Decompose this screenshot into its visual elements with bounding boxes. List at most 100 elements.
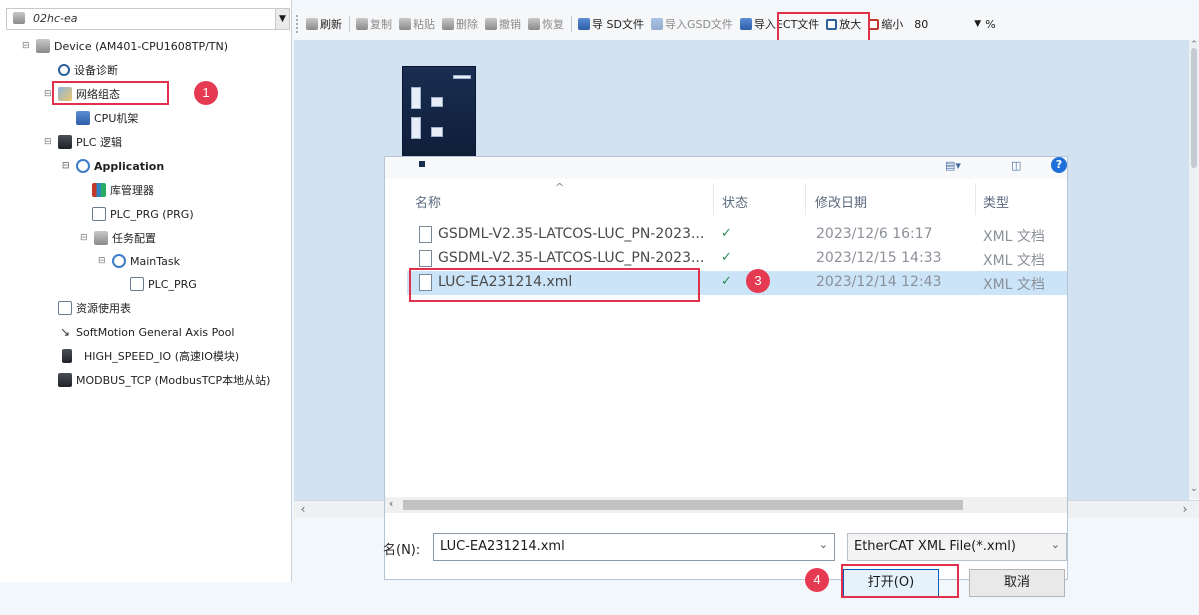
column-divider[interactable] [713,183,714,215]
library-books-icon [92,183,106,197]
program-call-icon [130,277,144,291]
zoom-out-button[interactable]: 缩小 [868,16,903,32]
tree-label: 设备诊断 [74,64,118,77]
view-options-icon[interactable]: ▤▾ [945,159,961,172]
zoom-level-input[interactable]: 80 [914,18,974,31]
collapse-icon[interactable]: ⊟ [44,137,54,147]
import-gsd-file-button[interactable]: 导 SD文件 [578,16,644,32]
tree-item-diagnostics[interactable]: 设备诊断 [58,60,118,80]
toolbar: 刷新 复制 粘贴 删除 撤销 恢复 导 SD文件 导入GSD文件 导入ECT文件… [296,10,1189,38]
collapse-icon[interactable]: ⊟ [62,161,72,171]
axis-arrow-icon: ↘ [59,325,71,339]
zoom-out-label: 缩小 [881,18,904,31]
tree-label: Device (AM401-CPU1608TP/TN) [54,39,229,53]
scroll-right-icon[interactable]: › [1178,502,1192,516]
project-selector[interactable]: 02hc-ea ▼ [6,8,290,30]
tree-label: Application [94,159,165,173]
preview-pane-icon[interactable]: ◫ [1011,159,1021,172]
tree-item-task-config[interactable]: ⊟ 任务配置 [80,228,156,248]
filename-input[interactable]: LUC-EA231214.xml ⌄ [433,533,835,561]
paste-icon [399,18,411,30]
program-document-icon [92,207,106,221]
cpu-device-image[interactable] [402,66,476,158]
tree-label: 库管理器 [110,184,154,197]
tree-label: PLC_PRG [148,277,197,291]
toolbar-grip[interactable] [296,15,300,33]
step-badge-4: 4 [805,568,829,592]
tree-item-plc-logic[interactable]: ⊟ PLC 逻辑 [44,132,122,152]
chevron-down-icon[interactable]: ⌄ [819,538,828,551]
import-gsd-label: 导入GSD文件 [664,18,733,31]
tree-item-high-speed-io[interactable]: HIGH_SPEED_IO (高速IO模块) [62,346,239,366]
file-list-horizontal-scrollbar[interactable]: ‹ [385,497,1067,513]
file-row[interactable]: GSDML-V2.35-LATCOS-LUC_PN-2023... ✓ 2023… [407,223,1067,247]
tree-item-softmotion-pool[interactable]: ↘ SoftMotion General Axis Pool [58,322,234,342]
collapse-icon[interactable]: ⊟ [98,256,108,266]
collapse-icon[interactable]: ⊟ [80,233,90,243]
step-badge-3: 3 [746,269,770,293]
zoom-dropdown-icon[interactable]: ▼ [974,19,981,29]
sort-ascending-icon: ^ [555,181,565,194]
undo-icon [485,18,497,30]
chevron-down-icon[interactable]: ▼ [275,9,289,29]
redo-label: 恢复 [542,18,564,31]
tree-label: MODBUS_TCP (ModbusTCP本地从站) [76,374,271,387]
scroll-down-icon[interactable]: ⌄ [1189,484,1199,494]
table-icon [58,301,72,315]
scroll-left-icon[interactable]: ‹ [296,502,310,516]
filetype-select[interactable]: EtherCAT XML File(*.xml) ⌄ [847,533,1067,561]
zoom-unit: % [985,17,996,31]
tree-label: PLC_PRG (PRG) [110,207,194,221]
column-divider[interactable] [805,183,806,215]
file-type: XML 文档 [983,277,1045,293]
refresh-button[interactable]: 刷新 [306,16,342,32]
tree-label: HIGH_SPEED_IO (高速IO模块) [84,350,240,363]
file-type: XML 文档 [983,229,1045,245]
synced-check-icon: ✓ [721,226,732,241]
tree-item-device[interactable]: ⊟ Device (AM401-CPU1608TP/TN) [22,36,228,56]
import-gsd-button[interactable]: 导入GSD文件 [650,16,733,32]
tree-item-main-task[interactable]: ⊟ MainTask [98,251,180,271]
undo-label: 撤销 [499,18,521,31]
column-status[interactable]: 状态 [722,192,748,211]
tree-item-application[interactable]: ⊟ Application [62,156,164,176]
toolbar-separator [571,16,572,32]
task-config-icon [94,231,108,245]
dialog-view-toolbar: ▤▾ ◫ ? [385,157,1067,179]
annotation-box-open-button [841,564,959,598]
scroll-left-icon[interactable]: ‹ [389,497,393,510]
paste-label: 粘贴 [413,18,435,31]
chevron-down-icon[interactable]: ⌄ [1051,538,1060,551]
undo-button[interactable]: 撤销 [485,16,521,32]
cancel-button[interactable]: 取消 [969,569,1065,597]
column-modified[interactable]: 修改日期 [815,192,867,211]
column-name[interactable]: 名称 [415,192,441,211]
modbus-device-icon [58,373,72,387]
paste-button[interactable]: 粘贴 [399,16,435,32]
scrollbar-thumb[interactable] [1191,48,1197,168]
tree-item-resource-usage[interactable]: 资源使用表 [58,298,131,318]
filetype-value: EtherCAT XML File(*.xml) [854,539,1016,554]
column-divider[interactable] [975,183,976,215]
help-icon[interactable]: ? [1051,157,1067,173]
refresh-icon [306,18,318,30]
magnifier-icon [58,64,70,76]
device-led-strip [453,75,471,79]
file-list-header: ^ 名称 状态 修改日期 类型 [385,181,1067,215]
tree-item-plc-prg-prg[interactable]: PLC_PRG (PRG) [92,204,194,224]
device-icon [36,39,50,53]
delete-button[interactable]: 删除 [442,16,478,32]
tree-item-modbus-tcp[interactable]: MODBUS_TCP (ModbusTCP本地从站) [58,370,270,390]
tree-item-library-manager[interactable]: 库管理器 [92,180,154,200]
copy-button[interactable]: 复制 [356,16,392,32]
canvas-vertical-scrollbar[interactable]: ⌃ ⌄ [1189,40,1199,498]
scrollbar-thumb[interactable] [403,500,963,510]
filename-label: 名(N): [383,543,421,558]
collapse-icon[interactable]: ⊟ [22,41,32,51]
tree-item-cpu-rack[interactable]: CPU机架 [76,108,138,128]
project-icon [13,12,25,24]
tree-item-plc-prg[interactable]: PLC_PRG [130,274,197,294]
redo-button[interactable]: 恢复 [528,16,564,32]
column-type[interactable]: 类型 [983,192,1009,211]
tree-label: MainTask [130,254,180,268]
